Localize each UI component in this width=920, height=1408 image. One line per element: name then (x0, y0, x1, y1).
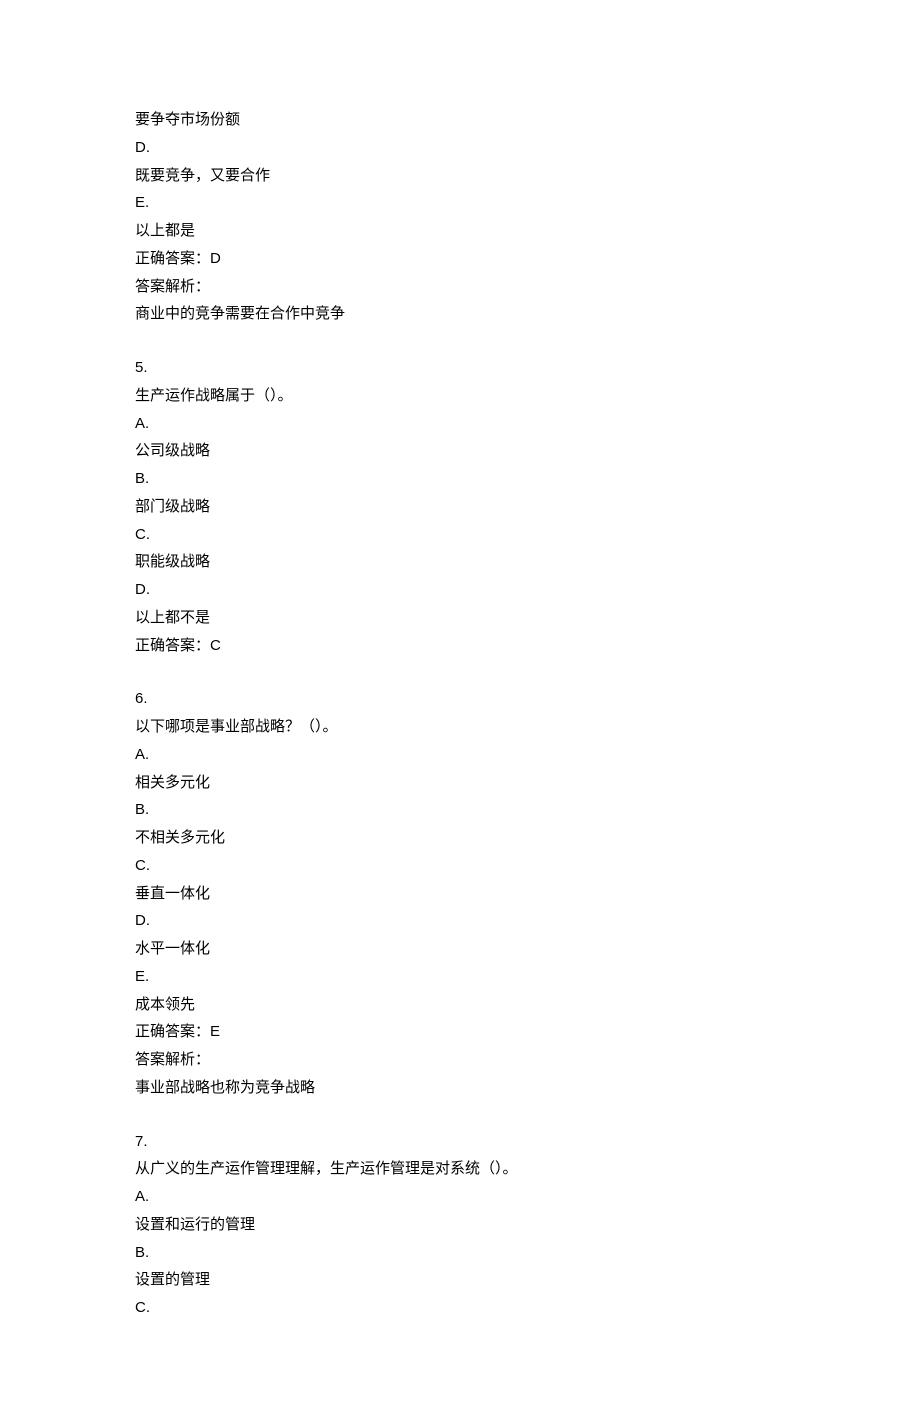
option-a-text: 相关多元化 (135, 769, 785, 797)
answer-line: 正确答案：D (135, 245, 785, 273)
option-c-label: C. (135, 521, 785, 549)
question-stem: 生产运作战略属于（）。 (135, 382, 785, 410)
option-b-text: 部门级战略 (135, 493, 785, 521)
option-a-text: 公司级战略 (135, 437, 785, 465)
option-d-label: D. (135, 907, 785, 935)
option-b-label: B. (135, 1239, 785, 1267)
question-7: 7. 从广义的生产运作管理理解，生产运作管理是对系统（）。 A. 设置和运行的管… (135, 1128, 785, 1322)
option-a-text: 设置和运行的管理 (135, 1211, 785, 1239)
option-c-label: C. (135, 852, 785, 880)
question-6: 6. 以下哪项是事业部战略？（）。 A. 相关多元化 B. 不相关多元化 C. … (135, 685, 785, 1101)
option-c-text: 职能级战略 (135, 548, 785, 576)
answer-line: 正确答案：E (135, 1018, 785, 1046)
question-number: 6. (135, 685, 785, 713)
answer-line: 正确答案：C (135, 632, 785, 660)
question-number: 5. (135, 354, 785, 382)
option-e-text: 成本领先 (135, 991, 785, 1019)
question-4-tail: 要争夺市场份额 D. 既要竞争，又要合作 E. 以上都是 正确答案：D 答案解析… (135, 106, 785, 328)
question-5: 5. 生产运作战略属于（）。 A. 公司级战略 B. 部门级战略 C. 职能级战… (135, 354, 785, 659)
option-d-text: 水平一体化 (135, 935, 785, 963)
option-a-label: A. (135, 741, 785, 769)
option-d-text: 以上都不是 (135, 604, 785, 632)
option-b-label: B. (135, 796, 785, 824)
option-c-label: C. (135, 1294, 785, 1322)
option-c-text: 要争夺市场份额 (135, 106, 785, 134)
explain-label: 答案解析： (135, 1046, 785, 1074)
explain-text: 事业部战略也称为竞争战略 (135, 1074, 785, 1102)
explain-text: 商业中的竞争需要在合作中竞争 (135, 300, 785, 328)
option-a-label: A. (135, 1183, 785, 1211)
option-c-text: 垂直一体化 (135, 880, 785, 908)
option-e-label: E. (135, 189, 785, 217)
option-e-text: 以上都是 (135, 217, 785, 245)
option-d-text: 既要竞争，又要合作 (135, 162, 785, 190)
option-a-label: A. (135, 410, 785, 438)
page-content: 要争夺市场份额 D. 既要竞争，又要合作 E. 以上都是 正确答案：D 答案解析… (0, 0, 920, 1408)
option-e-label: E. (135, 963, 785, 991)
question-stem: 以下哪项是事业部战略？（）。 (135, 713, 785, 741)
question-number: 7. (135, 1128, 785, 1156)
option-b-text: 不相关多元化 (135, 824, 785, 852)
option-b-text: 设置的管理 (135, 1266, 785, 1294)
option-d-label: D. (135, 576, 785, 604)
question-stem: 从广义的生产运作管理理解，生产运作管理是对系统（）。 (135, 1155, 785, 1183)
option-d-label: D. (135, 134, 785, 162)
explain-label: 答案解析： (135, 273, 785, 301)
option-b-label: B. (135, 465, 785, 493)
